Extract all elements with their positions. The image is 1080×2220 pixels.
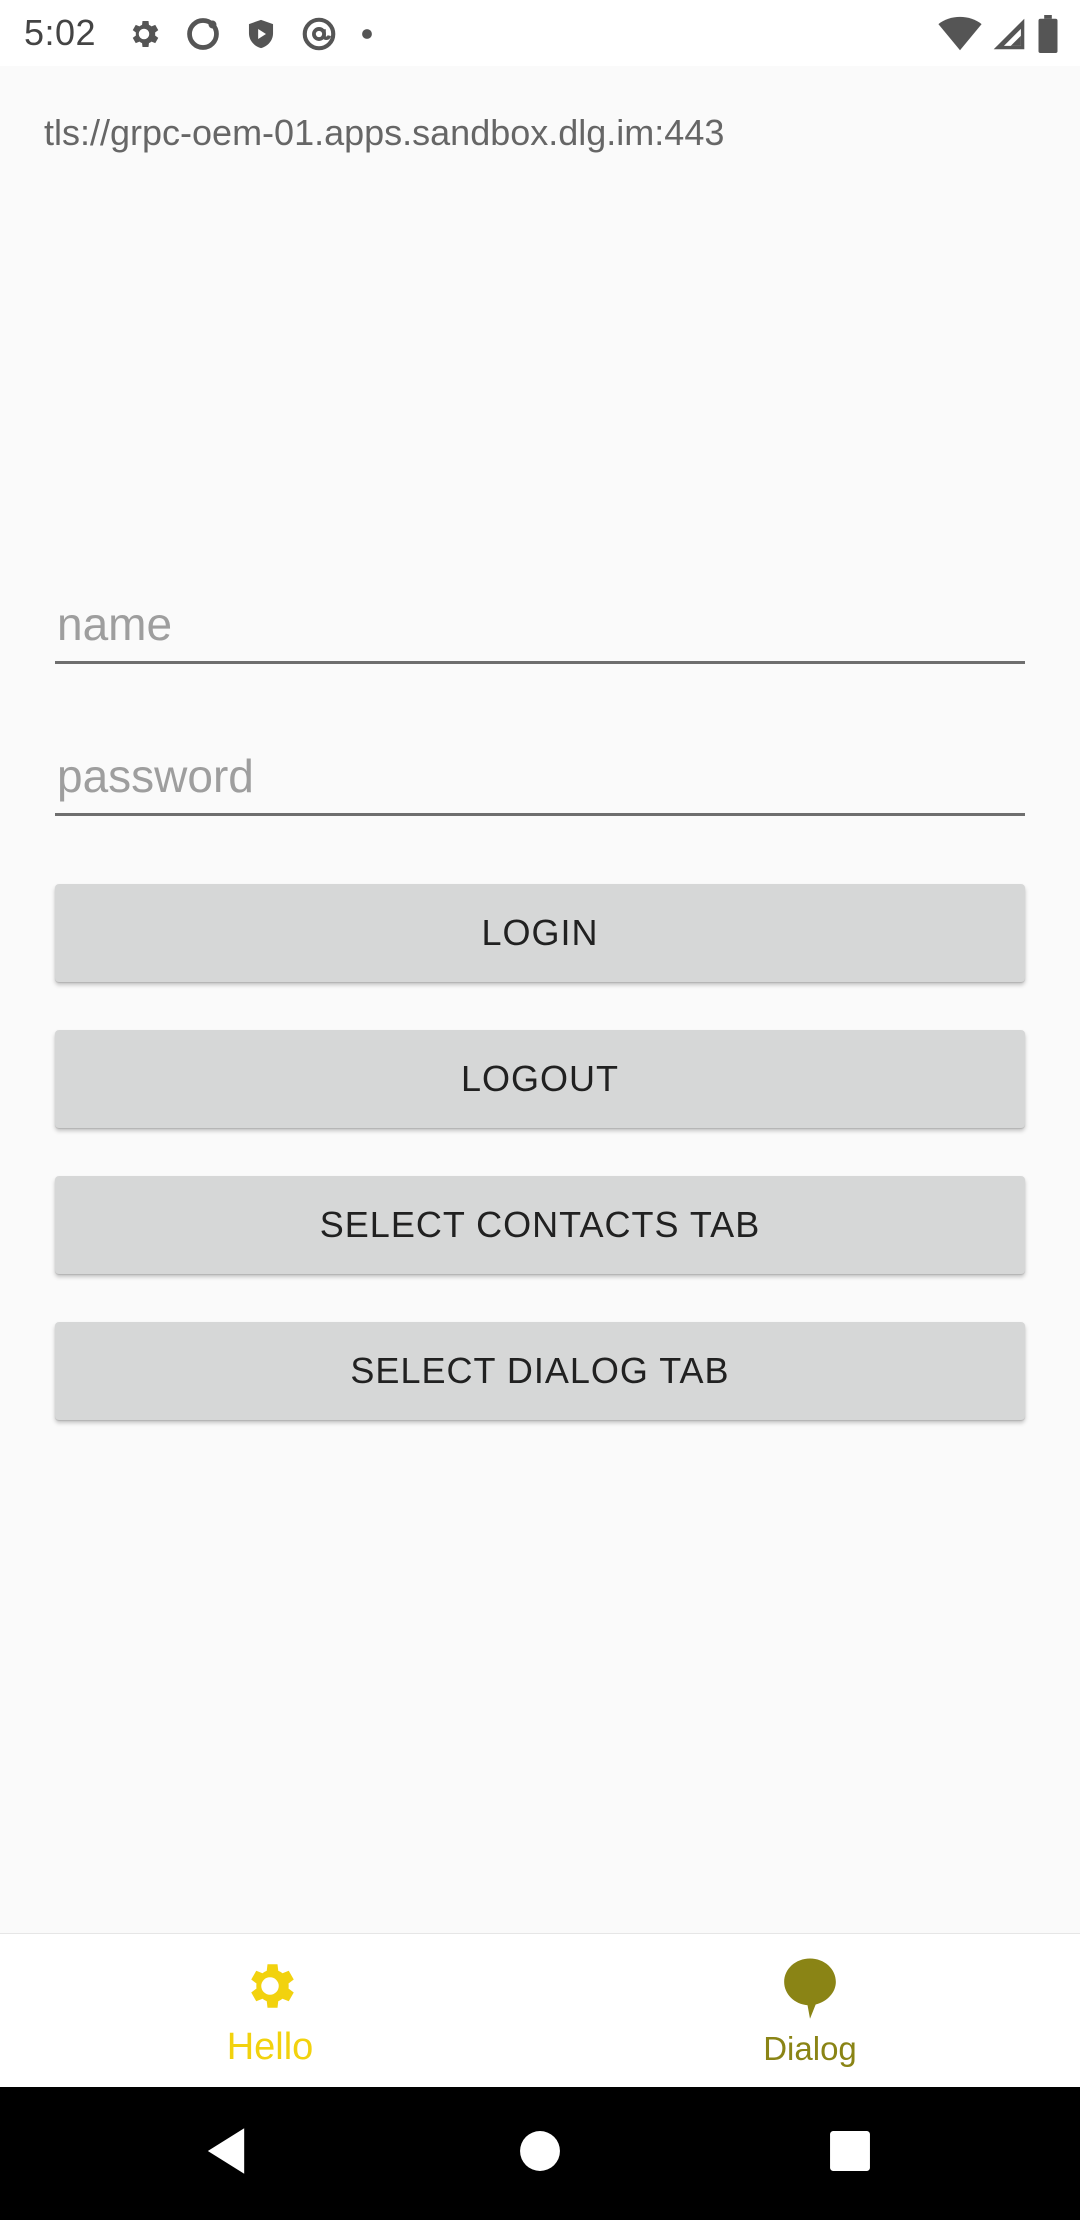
settings-icon [126,16,162,52]
system-navigation-bar [0,2087,1080,2220]
back-icon [203,2126,249,2181]
chat-bubble-icon [780,1956,840,2019]
name-input[interactable] [55,592,1025,664]
sync-ring-icon [184,15,222,53]
dot-icon [360,27,374,41]
nav-label-dialog: Dialog [763,2030,857,2067]
home-icon [519,2130,561,2177]
battery-icon [1036,15,1060,53]
nav-label-hello: Hello [226,2026,314,2068]
password-input[interactable] [55,744,1025,816]
gear-icon [240,1956,300,2016]
status-time: 5:02 [24,12,97,53]
at-sign-icon [300,15,338,53]
nav-item-hello[interactable]: Hello [0,1934,540,2088]
home-button[interactable] [480,2087,600,2220]
select-contacts-tab-button[interactable]: SELECT CONTACTS TAB [55,1176,1025,1274]
shield-play-icon [244,16,278,52]
logout-button[interactable]: LOGOUT [55,1030,1025,1128]
select-dialog-tab-button[interactable]: SELECT DIALOG TAB [55,1322,1025,1420]
status-icons-right [938,14,1060,54]
back-button[interactable] [166,2087,286,2220]
recents-button[interactable] [790,2087,910,2220]
wifi-icon [938,16,982,52]
login-button[interactable]: LOGIN [55,884,1025,982]
status-icons-left [126,14,374,54]
cell-signal-icon [992,16,1026,52]
nav-item-dialog[interactable]: Dialog [540,1934,1080,2088]
status-bar: 5:02 [0,0,1080,66]
bottom-navigation: Hello Dialog [0,1933,1080,2087]
app-screen: 5:02 tls://grpc-oem-01.apps.sandbox.dlg.… [0,0,1080,2220]
recents-icon [829,2130,871,2177]
server-url-label: tls://grpc-oem-01.apps.sandbox.dlg.im:44… [44,112,725,153]
